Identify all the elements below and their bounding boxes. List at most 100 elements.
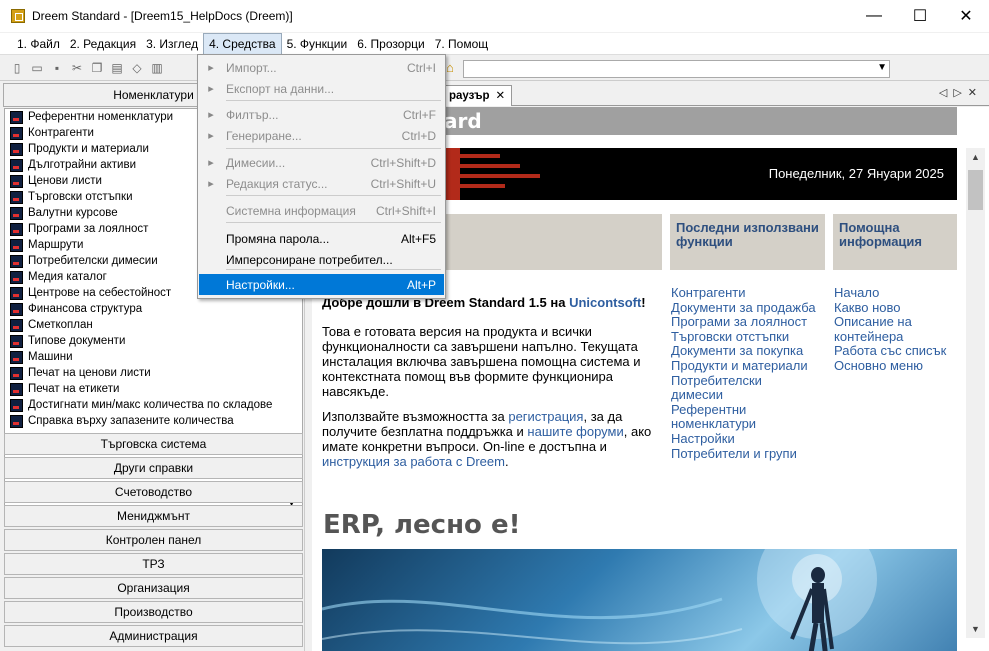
menu-windows[interactable]: 6. Прозорци — [352, 34, 429, 54]
sidebar-link[interactable]: Начало — [834, 285, 946, 301]
nomenclature-label: Валутни курсове — [28, 207, 118, 219]
menu-tools[interactable]: 4. Средства — [203, 32, 282, 55]
sidebar-link[interactable]: Референтни — [671, 402, 816, 418]
address-combo[interactable]: ▼ — [463, 60, 890, 78]
menu-help[interactable]: 7. Помощ — [430, 34, 493, 54]
menu-item[interactable]: Настройки... Alt+P — [199, 274, 444, 295]
home-icon[interactable]: ⌂ — [446, 60, 454, 75]
menu-item: ▸ Генериране... Ctrl+D — [199, 125, 444, 146]
group-button[interactable]: Мениджмънт — [4, 505, 303, 527]
save-icon[interactable]: ▪ — [48, 59, 66, 77]
menu-item-label: Промяна парола... — [226, 231, 330, 246]
nomenclature-icon — [10, 238, 23, 252]
menu-functions[interactable]: 5. Функции — [282, 34, 353, 54]
registration-link[interactable]: регистрация — [508, 409, 583, 424]
filter-icon: ▸ — [208, 108, 214, 121]
menu-item-label: Системна информация — [226, 203, 356, 218]
close-button[interactable]: ✕ — [943, 0, 989, 32]
group-button[interactable]: Организация — [4, 577, 303, 599]
sidebar-link[interactable]: контейнера — [834, 329, 946, 345]
sidebar-link[interactable]: Описание на — [834, 315, 946, 330]
nomenclature-item[interactable]: Сметкоплан — [5, 317, 302, 333]
sidebar-link[interactable]: Потребители и групи — [671, 446, 816, 462]
minimize-button[interactable]: — — [851, 0, 897, 32]
menu-item: ▸ Експорт на данни... — [199, 78, 444, 99]
sidebar-link[interactable]: Документи за продажба — [671, 300, 816, 316]
nomenclature-item[interactable]: Печат на ценови листи — [5, 365, 302, 381]
cut-icon[interactable]: ✂ — [68, 59, 86, 77]
tab-label: раузър — [449, 90, 490, 102]
menu-edit[interactable]: 2. Редакция — [65, 34, 141, 54]
menu-file[interactable]: 1. Файл — [12, 34, 65, 54]
sidebar-link[interactable]: Търговски отстъпки — [671, 329, 816, 345]
group-button[interactable]: Други справки — [4, 457, 303, 479]
menu-item[interactable]: Промяна парола... Alt+F5 — [199, 228, 444, 249]
nomenclature-icon — [10, 142, 23, 156]
generate-icon: ▸ — [208, 129, 214, 142]
export-icon: ▸ — [208, 82, 214, 95]
maximize-button[interactable]: ☐ — [897, 0, 943, 32]
nomenclature-label: Дълготрайни активи — [28, 159, 137, 171]
vertical-scrollbar[interactable]: ▲ ▼ — [966, 148, 985, 638]
group-button[interactable]: Администрация — [4, 625, 303, 647]
paste-icon[interactable]: ▤ — [108, 59, 126, 77]
sidebar-link[interactable]: Работа със списък — [834, 344, 946, 359]
nomenclature-item[interactable]: Справка върху запазените количества — [5, 413, 302, 429]
welcome-paragraph-1: Това е готовата версия на продукта и вси… — [322, 324, 641, 399]
nomenclature-item[interactable]: Достигнати мин/макс количества по складо… — [5, 397, 302, 413]
sidebar-link[interactable]: Настройки — [671, 431, 816, 447]
nomenclature-icon — [10, 350, 23, 364]
sidebar-link[interactable]: Документи за покупка — [671, 344, 816, 359]
tab-browser[interactable]: раузър ✕ — [442, 85, 513, 106]
erp-heading: ERP, лесно е! — [323, 510, 521, 540]
nomenclature-item[interactable]: Печат на етикети — [5, 381, 302, 397]
menu-item[interactable]: Имперсониране потребител... — [199, 249, 444, 270]
nomenclature-item[interactable]: Типове документи — [5, 333, 302, 349]
tab-nav-icons[interactable]: ◁▷✕ — [939, 86, 983, 99]
sidebar-link[interactable]: номенклатури — [671, 417, 816, 432]
menu-item-shortcut: Ctrl+I — [406, 60, 436, 75]
nomenclature-label: Финансова структура — [28, 303, 143, 315]
group-button[interactable]: Производство — [4, 601, 303, 623]
sidebar-link[interactable]: Потребителски — [671, 373, 816, 389]
print-icon[interactable]: ▥ — [148, 59, 166, 77]
menu-view[interactable]: 3. Изглед — [141, 34, 203, 54]
scroll-thumb[interactable] — [968, 170, 983, 210]
scroll-up-icon[interactable]: ▲ — [971, 152, 980, 162]
copy-icon[interactable]: ❐ — [88, 59, 106, 77]
nomenclature-label: Маршрути — [28, 239, 84, 251]
menu-item-shortcut: Ctrl+Shift+D — [370, 155, 436, 170]
blank-icon — [204, 204, 218, 218]
menu-item-shortcut: Ctrl+Shift+I — [375, 203, 436, 218]
group-button[interactable]: Контролен панел — [4, 529, 303, 551]
sidebar-link[interactable]: Програми за лоялност — [671, 315, 816, 330]
help-links: Начало Какво ново Описание на контейнера Раб… — [834, 285, 946, 374]
menu-separator — [226, 148, 441, 149]
nomenclature-icon — [10, 318, 23, 332]
hero-figure-graphic — [322, 549, 877, 651]
hero-image — [322, 549, 957, 651]
scroll-down-icon[interactable]: ▼ — [971, 624, 980, 634]
banner-date: Понеделник, 27 Януари 2025 — [768, 166, 944, 181]
new-icon[interactable]: ▯ — [8, 59, 26, 77]
sidebar-link[interactable]: Основно меню — [834, 358, 946, 374]
instructions-link[interactable]: инструкция за работа с Dreem — [322, 454, 505, 469]
open-icon[interactable]: ▭ — [28, 59, 46, 77]
sidebar-link[interactable]: димесии — [671, 388, 816, 403]
chevron-down-icon[interactable]: ▼ — [877, 62, 887, 73]
nomenclature-item[interactable]: Финансова структура — [5, 301, 302, 317]
forums-link[interactable]: нашите форуми — [527, 424, 623, 439]
menu-separator — [226, 195, 441, 196]
sidebar-link[interactable]: Какво ново — [834, 300, 946, 316]
nomenclature-icon — [10, 366, 23, 380]
menu-item-label: Редакция статус... — [226, 176, 328, 191]
sidebar-link[interactable]: Контрагенти — [671, 285, 816, 301]
erase-icon[interactable]: ◇ — [128, 59, 146, 77]
unicontsoft-link[interactable]: Unicontsoft — [569, 295, 641, 310]
group-button[interactable]: Счетоводство — [4, 481, 303, 503]
sidebar-link[interactable]: Продукти и материали — [671, 358, 816, 374]
tab-close-icon[interactable]: ✕ — [496, 90, 506, 102]
nomenclature-item[interactable]: Машини — [5, 349, 302, 365]
group-button[interactable]: ТРЗ — [4, 553, 303, 575]
group-button[interactable]: Търговска система — [4, 433, 303, 455]
